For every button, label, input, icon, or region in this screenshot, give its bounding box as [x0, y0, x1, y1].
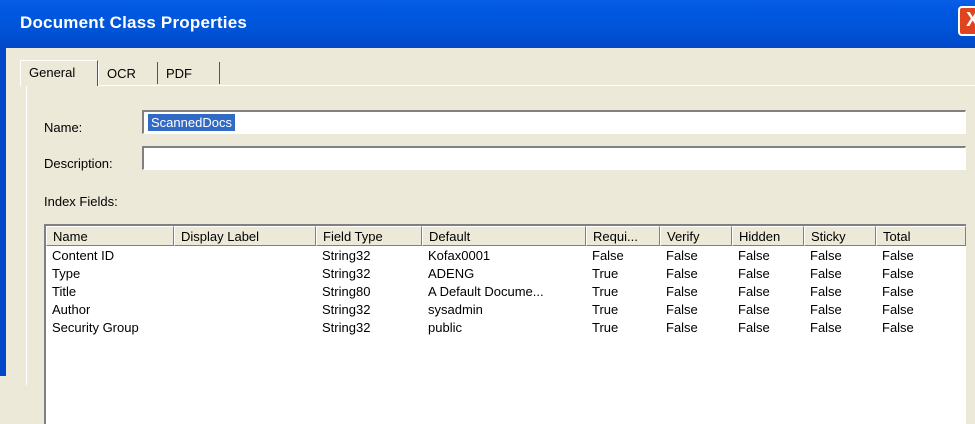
column-header[interactable]: Requi... [586, 226, 660, 246]
cell-sticky: False [810, 320, 842, 335]
title-bar[interactable]: Document Class Properties X [0, 0, 975, 48]
cell-field-type: String32 [322, 248, 371, 263]
cell-total: False [882, 266, 914, 281]
table-row[interactable]: Author String32 sysadmin True False Fals… [46, 302, 964, 320]
cell-required: True [592, 266, 619, 281]
tab-label: PDF [166, 66, 192, 81]
table-row[interactable]: Title String80 A Default Docume... True … [46, 284, 964, 302]
close-icon: X [966, 9, 975, 31]
cell-total: False [882, 248, 914, 263]
table-row[interactable]: Type String32 ADENG True False False Fal… [46, 266, 964, 284]
column-header[interactable]: Name [46, 226, 174, 246]
cell-required: True [592, 284, 619, 299]
cell-sticky: False [810, 266, 842, 281]
column-header[interactable]: Total [876, 226, 966, 246]
name-label: Name: [44, 120, 83, 135]
cell-name: Type [52, 266, 81, 281]
cell-sticky: False [810, 248, 842, 263]
column-header[interactable]: Default [422, 226, 586, 246]
tab-pdf[interactable]: PDF [158, 62, 220, 84]
cell-default: ADENG [428, 266, 475, 281]
cell-name: Author [52, 302, 91, 317]
cell-default: sysadmin [428, 302, 483, 317]
cell-default: public [428, 320, 462, 335]
cell-required: True [592, 320, 619, 335]
cell-verify: False [666, 320, 698, 335]
tab-ocr[interactable]: OCR [98, 62, 158, 84]
description-field[interactable] [142, 146, 966, 170]
cell-hidden: False [738, 302, 770, 317]
tab-general[interactable]: General [20, 60, 98, 86]
name-field[interactable]: ScannedDocs [142, 110, 966, 134]
cell-name: Security Group [52, 320, 139, 335]
column-header[interactable]: Hidden [732, 226, 804, 246]
cell-field-type: String80 [322, 284, 371, 299]
cell-hidden: False [738, 248, 770, 263]
cell-name: Title [52, 284, 77, 299]
tab-label: General [29, 65, 76, 80]
column-header[interactable]: Field Type [316, 226, 422, 246]
cell-name: Content ID [52, 248, 115, 263]
cell-total: False [882, 320, 914, 335]
cell-hidden: False [738, 266, 770, 281]
cell-total: False [882, 302, 914, 317]
window-title: Document Class Properties [20, 13, 248, 32]
cell-required: False [592, 248, 624, 263]
cell-sticky: False [810, 302, 842, 317]
index-fields-list[interactable]: Name Display Label Field Type Default Re… [44, 224, 966, 424]
cell-sticky: False [810, 284, 842, 299]
cell-verify: False [666, 248, 698, 263]
cell-hidden: False [738, 284, 770, 299]
column-header[interactable]: Verify [660, 226, 732, 246]
index-fields-label: Index Fields: [44, 194, 118, 209]
cell-total: False [882, 284, 914, 299]
cell-verify: False [666, 284, 698, 299]
cell-field-type: String32 [322, 320, 371, 335]
cell-hidden: False [738, 320, 770, 335]
cell-verify: False [666, 266, 698, 281]
cell-field-type: String32 [322, 302, 371, 317]
table-row[interactable]: Content ID String32 Kofax0001 False Fals… [46, 248, 964, 266]
table-row[interactable]: Security Group String32 public True Fals… [46, 320, 964, 338]
cell-field-type: String32 [322, 266, 371, 281]
column-header[interactable]: Display Label [174, 226, 316, 246]
column-header[interactable]: Sticky [804, 226, 876, 246]
cell-default: Kofax0001 [428, 248, 491, 263]
description-label: Description: [44, 156, 113, 171]
close-button[interactable]: X [958, 6, 975, 36]
cell-default: A Default Docume... [428, 284, 544, 299]
tab-label: OCR [107, 66, 136, 81]
cell-verify: False [666, 302, 698, 317]
name-field-value: ScannedDocs [148, 114, 235, 131]
cell-required: True [592, 302, 619, 317]
